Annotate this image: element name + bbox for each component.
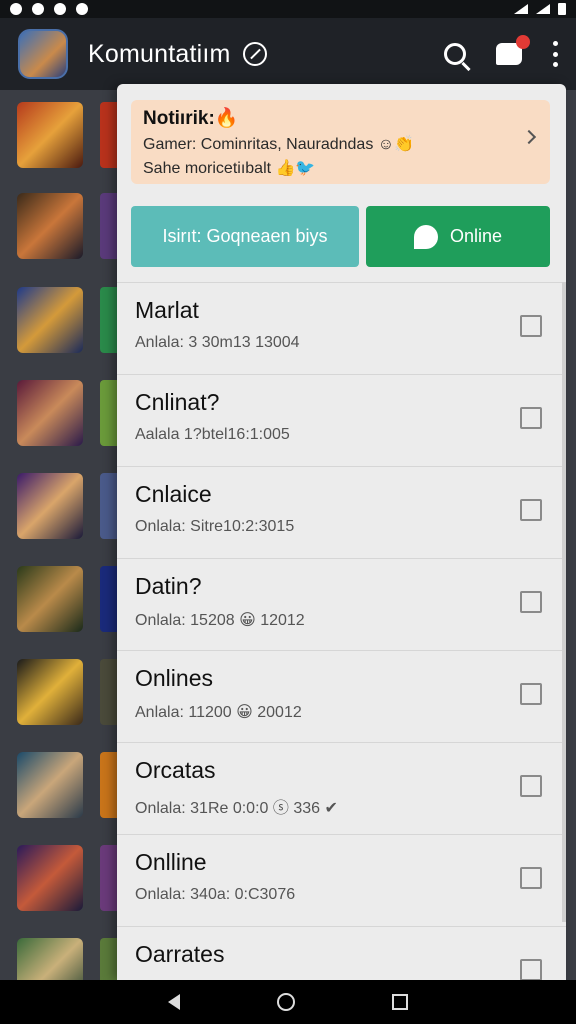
item-title: Oarrates [135, 941, 225, 967]
item-subtitle: Onlala: 31Re 0:0:0 ⓢ 336 ✔ [135, 800, 338, 817]
game-thumbnail[interactable] [17, 473, 83, 539]
home-icon[interactable] [276, 993, 295, 1011]
status-icon [76, 3, 88, 15]
wifi-icon [514, 4, 528, 14]
item-subtitle: Onlala: 340a: 0:C3076 [135, 886, 296, 903]
signal-icon [536, 4, 550, 14]
recent-apps-icon[interactable] [391, 994, 408, 1010]
status-system-icons [514, 3, 566, 15]
game-thumbnail[interactable] [100, 102, 118, 168]
game-thumbnail[interactable] [100, 473, 118, 539]
more-vert-icon[interactable] [552, 41, 558, 67]
online-button-label: Online [449, 226, 503, 246]
avatar[interactable] [18, 29, 68, 79]
checkbox[interactable] [520, 867, 542, 889]
notifications-sheet: Notiırik:🔥 Gamer: Cominritas, Nauradndas… [117, 84, 566, 980]
status-icon [32, 3, 44, 15]
item-title: Datin? [135, 573, 202, 599]
checkbox[interactable] [520, 315, 542, 337]
notification-line: Sahe moricetiıbalt 👍🐦 [143, 160, 316, 177]
item-subtitle: Anlala: 3 30m13 13004 [135, 334, 300, 351]
game-thumbnail[interactable] [100, 193, 118, 259]
game-thumbnail[interactable] [17, 287, 83, 353]
item-subtitle: Aalala 1?btel16:1:005 [135, 426, 290, 443]
app-bar-actions [444, 35, 558, 67]
item-subtitle: Anlala: 11200 😀 20012 [135, 704, 302, 721]
game-thumbnail[interactable] [100, 752, 118, 818]
checkbox[interactable] [520, 683, 542, 705]
status-bar [0, 0, 576, 18]
list-item[interactable]: Onlines Anlala: 11200 😀 20012 [117, 650, 566, 742]
game-thumbnail[interactable] [17, 566, 83, 632]
app-title: Komuntatiım [88, 39, 231, 68]
user-list: Marlat Anlala: 3 30m13 13004 Cnlinat? Aa… [117, 282, 566, 980]
app-bar: Komuntatiım [0, 18, 576, 90]
list-item[interactable]: Orcatas Onlala: 31Re 0:0:0 ⓢ 336 ✔ [117, 742, 566, 834]
game-thumbnail[interactable] [100, 659, 118, 725]
notification-line: Gamer: Cominritas, Nauradndas ☺👏 [143, 136, 415, 153]
verified-icon [242, 42, 267, 66]
back-icon[interactable] [168, 994, 181, 1010]
game-thumbnail[interactable] [17, 193, 83, 259]
notification-card[interactable]: Notiırik:🔥 Gamer: Cominritas, Nauradndas… [131, 100, 550, 184]
chat-icon[interactable] [496, 35, 530, 65]
teal-action-button[interactable]: Isirıt: Goqneaen biys [131, 206, 359, 267]
leaf-icon [413, 224, 438, 249]
game-thumbnail[interactable] [17, 845, 83, 911]
checkbox[interactable] [520, 775, 542, 797]
list-item[interactable]: Onlline Onlala: 340a: 0:C3076 [117, 834, 566, 926]
game-thumbnail[interactable] [17, 102, 83, 168]
item-subtitle: Onlala: 15208 😀 12012 [135, 612, 305, 629]
game-thumbnail[interactable] [17, 752, 83, 818]
list-item[interactable]: Oarrates [117, 926, 566, 980]
teal-button-label: Isirıt: Goqneaen biys [162, 226, 328, 246]
item-title: Cnlaice [135, 481, 212, 507]
checkbox[interactable] [520, 499, 542, 521]
status-icon [54, 3, 66, 15]
item-title: Marlat [135, 297, 199, 323]
notification-badge [516, 35, 530, 49]
checkbox[interactable] [520, 959, 542, 980]
checkbox[interactable] [520, 407, 542, 429]
game-thumbnail[interactable] [100, 380, 118, 446]
battery-icon [558, 3, 566, 15]
list-item[interactable]: Marlat Anlala: 3 30m13 13004 [117, 282, 566, 374]
list-item[interactable]: Datin? Onlala: 15208 😀 12012 [117, 558, 566, 650]
game-thumbnail[interactable] [17, 380, 83, 446]
game-thumbnail[interactable] [100, 287, 118, 353]
status-icon [10, 3, 22, 15]
item-title: Cnlinat? [135, 389, 220, 415]
game-thumbnail[interactable] [100, 566, 118, 632]
search-icon[interactable] [444, 43, 466, 65]
list-item[interactable]: Cnlaice Onlala: Sitre10:2:3015 [117, 466, 566, 558]
checkbox[interactable] [520, 591, 542, 613]
notification-title: Notiırik:🔥 [143, 108, 239, 129]
list-item[interactable]: Cnlinat? Aalala 1?btel16:1:005 [117, 374, 566, 466]
item-title: Onlline [135, 849, 207, 875]
item-title: Orcatas [135, 757, 216, 783]
game-thumbnail[interactable] [17, 659, 83, 725]
status-notification-icons [10, 3, 88, 15]
online-button[interactable]: Online [366, 206, 550, 267]
scrollbar[interactable] [562, 282, 566, 922]
item-title: Onlines [135, 665, 213, 691]
item-subtitle: Onlala: Sitre10:2:3015 [135, 518, 295, 535]
game-thumbnail[interactable] [100, 845, 118, 911]
navigation-bar [0, 980, 576, 1024]
